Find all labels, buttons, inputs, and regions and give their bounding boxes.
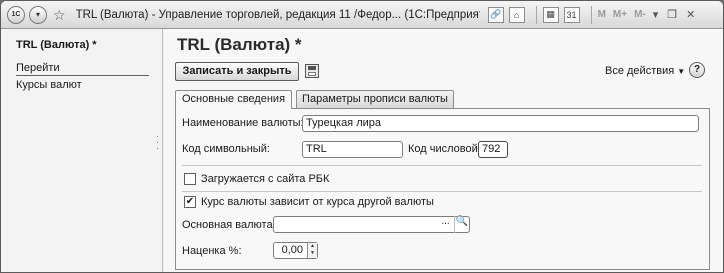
stepper-up-down-icon[interactable]: ▲ ▼ [307,243,317,258]
memory-minus-button[interactable]: M- [634,9,646,20]
chevron-down-icon: ▼ [677,67,686,76]
nav-item-exchange-rates[interactable]: Курсы валют [16,79,82,91]
currency-name-label: Наименование валюты: [182,117,304,129]
markup-label: Наценка %: [182,245,242,257]
all-actions-menu[interactable]: Все действия ▼ [605,65,685,77]
close-icon[interactable]: ✕ [686,8,695,21]
base-currency-label: Основная валюта: [182,219,276,231]
code-numeric-field[interactable]: 792 [478,141,508,158]
section-divider [182,165,702,166]
window-title: TRL (Валюта) - Управление торговлей, ред… [75,8,480,21]
title-bar: 1С ▾ ☆ TRL (Валюта) - Управление торговл… [1,1,723,29]
nav-go-header: Перейти [16,62,149,76]
select-ellipsis-button[interactable]: ... [438,216,453,233]
restore-icon[interactable]: ❐ [667,8,677,21]
depends-on-currency-checkbox[interactable]: ✔ [184,196,196,208]
nav-panel-title: TRL (Валюта) * [16,39,97,51]
toolbar-divider [590,5,592,24]
rbc-load-checkbox[interactable] [184,173,196,185]
section-divider [182,191,702,192]
all-actions-label: Все действия [605,65,675,77]
save-icon-slot [308,66,316,70]
help-button[interactable]: ? [689,62,705,78]
page-title: TRL (Валюта) * [177,35,302,54]
title-toolbar: 🔗 ⌂ ▦ 31 M M+ M- ▾ ❐ ✕ [487,5,705,24]
code-symbolic-field[interactable]: TRL [302,141,403,158]
save-icon-label [308,72,316,76]
app-menu-icon[interactable]: 1С [7,5,25,24]
currency-name-field[interactable]: Турецкая лира [302,115,699,132]
memory-m-button[interactable]: M [598,9,606,20]
save-and-close-button[interactable]: Записать и закрыть [175,62,299,81]
home-icon[interactable]: ⌂ [508,6,525,23]
tab-spelling-params[interactable]: Параметры прописи валюты [296,90,454,108]
calendar-icon[interactable]: 31 [563,6,580,23]
tab-main-info[interactable]: Основные сведения [175,90,292,109]
link-icon[interactable]: 🔗 [487,6,504,23]
search-icon[interactable]: 🔍 [454,216,469,233]
form-area: TRL (Валюта) * Записать и закрыть Все де… [164,29,723,272]
favorite-star-icon[interactable]: ☆ [53,8,66,22]
tab-panel: Наименование валюты: Турецкая лира Код с… [175,108,710,270]
panel-splitter-handle[interactable]: · · · [156,132,160,153]
depends-on-currency-label: Курс валюты зависит от курса другой валю… [201,196,434,208]
minimize-icon[interactable]: ▾ [653,8,659,21]
code-numeric-label: Код числовой: [408,143,481,155]
toolbar-divider [535,5,537,24]
app-window: 1С ▾ ☆ TRL (Валюта) - Управление торговл… [0,0,724,273]
memory-plus-button[interactable]: M+ [613,9,627,20]
code-symbolic-label: Код символьный: [182,143,270,155]
calculator-icon[interactable]: ▦ [542,6,559,23]
dropdown-menu-icon[interactable]: ▾ [29,5,47,24]
navigation-panel: TRL (Валюта) * Перейти Курсы валют · · · [1,29,163,272]
save-icon[interactable] [305,64,319,78]
rbc-load-label: Загружается с сайта РБК [201,173,330,185]
